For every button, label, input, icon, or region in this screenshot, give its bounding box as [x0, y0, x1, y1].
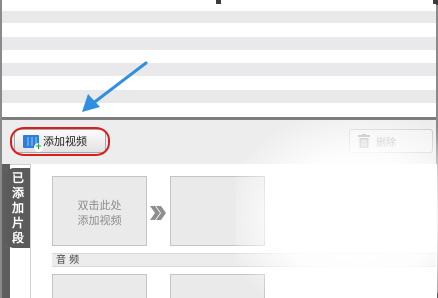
add-clip-placeholder[interactable]: 双击此处 添加视频	[52, 176, 147, 246]
placeholder-line-2: 添加视频	[77, 214, 122, 227]
list-row[interactable]	[2, 37, 436, 50]
tab-char: 添	[11, 185, 24, 200]
arrow-annotation-icon	[82, 61, 148, 112]
image-fade-overlay	[236, 120, 438, 298]
audio-label: 音 频	[56, 255, 80, 266]
tab-added-clips[interactable]: 已 添 加 片 段	[6, 168, 30, 248]
list-row[interactable]	[2, 11, 436, 23]
tab-char: 片	[11, 215, 24, 230]
double-chevron-right-icon	[150, 206, 166, 220]
list-row[interactable]	[2, 63, 436, 76]
placeholder-line-1: 双击此处	[77, 199, 122, 212]
tab-char: 已	[11, 170, 24, 185]
tab-char: 段	[11, 230, 24, 245]
video-list[interactable]	[2, 4, 436, 117]
tab-char: 加	[11, 200, 24, 215]
audio-slot[interactable]	[52, 274, 147, 298]
highlight-ring	[10, 127, 110, 156]
list-row[interactable]	[2, 90, 436, 103]
